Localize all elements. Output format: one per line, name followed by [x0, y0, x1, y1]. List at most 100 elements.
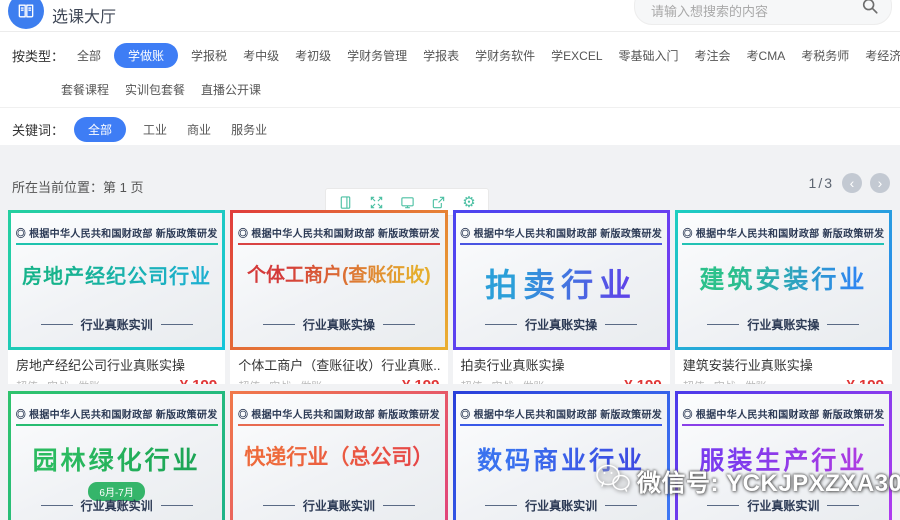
filter-item[interactable]: 全部 — [74, 117, 126, 142]
course-card[interactable]: ◎ 根据中华人民共和国财政部 新版政策研发 园林绿化行业 6月-7月 行业真账实… — [8, 391, 225, 520]
share-icon[interactable] — [430, 194, 446, 210]
banner-note: ◎ 根据中华人民共和国财政部 新版政策研发 — [16, 225, 218, 245]
banner-subtitle: 行业真账实训 — [456, 497, 667, 514]
banner-title: 快递行业（总公司） — [244, 441, 433, 471]
gear-icon[interactable]: ⚙ — [461, 194, 477, 210]
filter-item[interactable]: 考经济师 — [862, 43, 900, 68]
filter-item[interactable]: 学财务软件 — [472, 43, 538, 68]
monitor-icon[interactable] — [399, 194, 415, 210]
type-filter-row1: 全部学做账学报税考中级考初级学财务管理学报表学财务软件学EXCEL 零基础入门考注… — [74, 43, 900, 68]
dash-right — [161, 324, 193, 325]
banner-title: 园林绿化行业 — [33, 441, 201, 477]
topbar: 选课大厅 — [0, 0, 900, 32]
course-tag: 实战 — [492, 378, 514, 385]
filter-divider — [0, 107, 900, 108]
page-title: 选课大厅 — [52, 3, 116, 27]
banner-note: ◎ 根据中华人民共和国财政部 新版政策研发 — [460, 406, 662, 426]
dash-right — [827, 505, 859, 506]
course-title[interactable]: 建筑安装行业真账实操 — [683, 355, 884, 374]
filter-item[interactable]: 商业 — [184, 117, 214, 142]
search-input[interactable] — [635, 4, 861, 24]
course-banner: ◎ 根据中华人民共和国财政部 新版政策研发 快递行业（总公司） 行业真账实训 — [230, 391, 447, 520]
filter-item[interactable]: 考初级 — [292, 43, 334, 68]
course-title[interactable]: 个体工商户（查账征收）行业真账... — [238, 355, 439, 374]
dash-left — [485, 324, 517, 325]
filter-item[interactable]: 考CMA — [744, 43, 789, 68]
course-card[interactable]: ◎ 根据中华人民共和国财政部 新版政策研发 房地产经纪公司行业 行业真账实训 房… — [8, 210, 225, 384]
banner-title: 数码商业行业 — [477, 441, 645, 477]
course-title[interactable]: 拍卖行业真账实操 — [461, 355, 662, 374]
banner-title: 房地产经纪公司行业 — [22, 260, 211, 289]
course-banner: ◎ 根据中华人民共和国财政部 新版政策研发 服装生产行业 行业真账实训 — [675, 391, 892, 520]
filter-item[interactable]: 服务业 — [228, 117, 270, 142]
banner-title: 服装生产行业 — [699, 441, 867, 477]
course-info: 房地产经纪公司行业真账实操 超值实战做账 ¥ 199 — [8, 350, 225, 384]
course-banner: ◎ 根据中华人民共和国财政部 新版政策研发 个体工商户(查账征收) 行业真账实操 — [230, 210, 447, 350]
course-tag: 做账 — [78, 378, 100, 385]
dash-left — [485, 505, 517, 506]
course-card[interactable]: ◎ 根据中华人民共和国财政部 新版政策研发 建筑安装行业 行业真账实操 建筑安装… — [675, 210, 892, 384]
dash-left — [707, 324, 739, 325]
course-title[interactable]: 房地产经纪公司行业真账实操 — [16, 355, 217, 374]
fullscreen-icon[interactable] — [368, 194, 384, 210]
filter-item[interactable]: 全部 — [74, 43, 104, 68]
filter-item[interactable]: 学EXCEL — [548, 43, 605, 68]
dash-left — [263, 324, 295, 325]
course-tag: 超值 — [683, 378, 705, 385]
chevron-right-icon[interactable] — [870, 173, 890, 193]
course-tag: 实战 — [714, 378, 736, 385]
course-tag: 做账 — [523, 378, 545, 385]
dash-right — [605, 505, 637, 506]
course-tag: 做账 — [745, 378, 767, 385]
filter-item[interactable]: 学做账 — [114, 43, 178, 68]
filter-item[interactable]: 学报表 — [420, 43, 462, 68]
filter-item[interactable]: 学财务管理 — [344, 43, 410, 68]
filter-item[interactable]: 套餐课程 — [58, 77, 112, 102]
pagination: 1/3 — [809, 173, 890, 193]
filter-item[interactable]: 零基础入门 — [616, 43, 682, 68]
banner-title: 拍卖行业 — [485, 260, 637, 306]
course-info: 建筑安装行业真账实操 超值 实战 做账 ¥ 199 — [675, 350, 892, 384]
course-tag: 超值 — [238, 378, 260, 385]
dash-left — [707, 505, 739, 506]
filter-item[interactable]: 实训包套餐 — [122, 77, 188, 102]
course-banner: ◎ 根据中华人民共和国财政部 新版政策研发 拍卖行业 行业真账实操 — [453, 210, 670, 350]
filter-item[interactable]: 工业 — [140, 117, 170, 142]
course-tags: 超值实战做账 — [16, 378, 100, 385]
course-card[interactable]: ◎ 根据中华人民共和国财政部 新版政策研发 服装生产行业 行业真账实训 — [675, 391, 892, 520]
course-banner: ◎ 根据中华人民共和国财政部 新版政策研发 数码商业行业 行业真账实训 — [453, 391, 670, 520]
course-tags: 超值 实战 做账 — [683, 378, 767, 385]
course-card[interactable]: ◎ 根据中华人民共和国财政部 新版政策研发 快递行业（总公司） 行业真账实训 — [230, 391, 447, 520]
search-icon[interactable] — [861, 0, 891, 24]
filter-item[interactable]: 考中级 — [240, 43, 282, 68]
dash-right — [827, 324, 859, 325]
type-filter-row2: 套餐课程实训包套餐直播公开课 — [58, 77, 264, 102]
course-price: ¥ 199 — [624, 377, 662, 384]
course-price: ¥ 199 — [846, 377, 884, 384]
banner-subtitle: 行业真账实训 — [11, 316, 222, 333]
location-text: 所在当前位置：第 1 页 — [12, 177, 143, 196]
chevron-left-icon[interactable] — [842, 173, 862, 193]
dash-right — [383, 324, 415, 325]
filter-item[interactable]: 直播公开课 — [198, 77, 264, 102]
course-card[interactable]: ◎ 根据中华人民共和国财政部 新版政策研发 数码商业行业 行业真账实训 — [453, 391, 670, 520]
content-area: 所在当前位置：第 1 页 ⚙ 1/3 ◎ 根据中华人民共和国财政部 新版政策研发… — [0, 145, 900, 520]
course-tags: 超值实战做账 — [238, 378, 322, 385]
filter-item[interactable]: 考注会 — [692, 43, 734, 68]
course-tag: 做账 — [300, 378, 322, 385]
banner-subtitle: 行业真账实训 — [11, 497, 222, 514]
banner-note: ◎ 根据中华人民共和国财政部 新版政策研发 — [238, 406, 440, 426]
dash-right — [161, 505, 193, 506]
panel-icon[interactable] — [337, 194, 353, 210]
search-box[interactable] — [634, 0, 892, 25]
filter-section: 按类型： 全部学做账学报税考中级考初级学财务管理学报表学财务软件学EXCEL零基… — [0, 31, 900, 145]
banner-title: 建筑安装行业 — [699, 260, 867, 296]
banner-note: ◎ 根据中华人民共和国财政部 新版政策研发 — [16, 406, 218, 426]
banner-title: 个体工商户(查账征收) — [247, 260, 431, 287]
course-card[interactable]: ◎ 根据中华人民共和国财政部 新版政策研发 个体工商户(查账征收) 行业真账实操… — [230, 210, 447, 384]
banner-note: ◎ 根据中华人民共和国财政部 新版政策研发 — [238, 225, 440, 245]
filter-item[interactable]: 考税务师 — [798, 43, 852, 68]
dash-left — [41, 505, 73, 506]
filter-item[interactable]: 学报税 — [188, 43, 230, 68]
course-card[interactable]: ◎ 根据中华人民共和国财政部 新版政策研发 拍卖行业 行业真账实操 拍卖行业真账… — [453, 210, 670, 384]
